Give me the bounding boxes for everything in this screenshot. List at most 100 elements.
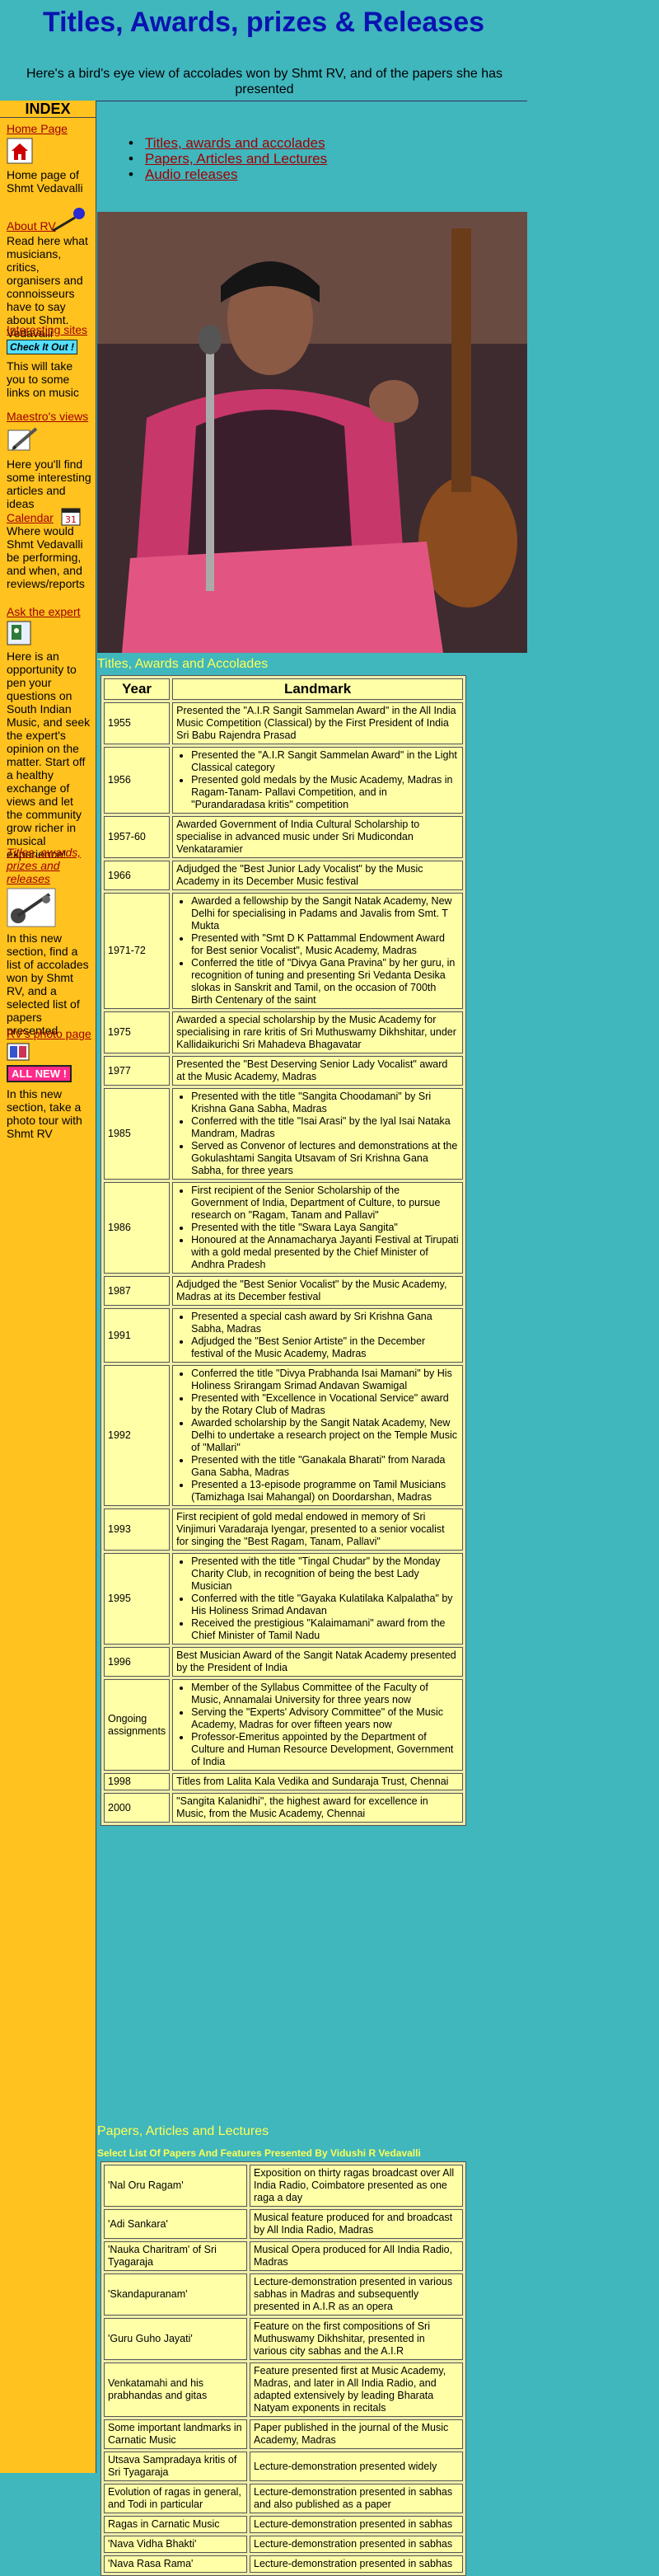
- table-row: 1985 Presented with the title "Sangita Ch…: [104, 1088, 463, 1180]
- paper-description: Lecture-demonstration presented in sabha…: [250, 2536, 463, 2553]
- award-landmark: Titles from Lalita Kala Vedika and Sunda…: [172, 1773, 463, 1790]
- nav-home: Home Page Home page of Shmt Vedavalli: [7, 122, 92, 195]
- table-row: 1998 Titles from Lalita Kala Vedika and S…: [104, 1773, 463, 1790]
- home-icon[interactable]: [7, 138, 33, 164]
- award-item: Presented a 13-episode programme on Tami…: [191, 1479, 459, 1504]
- nav-photo-link[interactable]: RV's photo page: [7, 1027, 92, 1040]
- nav-home-desc: Home page of Shmt Vedavalli: [7, 168, 83, 195]
- awards-section-title: Titles, Awards and Accolades: [97, 657, 269, 671]
- all-new-badge[interactable]: ALL NEW !: [7, 1065, 72, 1082]
- award-landmark: Awarded a fellowship by the Sangit Natak…: [172, 893, 463, 1009]
- award-year: 1956: [104, 747, 171, 814]
- veena-icon[interactable]: [7, 888, 56, 927]
- award-landmark: Presented a special cash award by Sri Kr…: [172, 1308, 463, 1363]
- award-year: 1955: [104, 702, 171, 744]
- paper-title: Venkatamahi and his prabhandas and gitas: [104, 2363, 247, 2417]
- paper-description: Lecture-demonstration presented in sabha…: [250, 2555, 463, 2573]
- papers-table: 'Nal Oru Ragam' Exposition on thirty raga…: [100, 2161, 466, 2576]
- paper-description: Lecture-demonstration presented in sabha…: [250, 2516, 463, 2533]
- nav-calendar-link[interactable]: Calendar: [7, 511, 54, 524]
- question-icon[interactable]: [7, 621, 31, 645]
- photo-icon[interactable]: [7, 1043, 30, 1061]
- award-item: Conferred the title "Divya Prabhanda Isa…: [191, 1368, 459, 1392]
- link-titles[interactable]: Titles, awards and accolades: [129, 135, 327, 151]
- table-row: 'Skandapuranam' Lecture-demonstration pre…: [104, 2273, 463, 2316]
- paper-description: Lecture-demonstration presented in sabha…: [250, 2484, 463, 2513]
- table-row: Ragas in Carnatic Music Lecture-demonstra…: [104, 2516, 463, 2533]
- table-row: 1971-72 Awarded a fellowship by the Sangi…: [104, 893, 463, 1009]
- awards-table-body: 1955 Presented the "A.I.R Sangit Sammelan…: [104, 702, 463, 1823]
- table-row: 'Adi Sankara' Musical feature produced fo…: [104, 2209, 463, 2239]
- link-audio[interactable]: Audio releases: [129, 167, 327, 182]
- award-landmark: Adjudged the "Best Senior Vocalist" by t…: [172, 1276, 463, 1306]
- award-item: Presented with the title "Ganakala Bhara…: [191, 1454, 459, 1479]
- nav-about-link[interactable]: About RV: [7, 219, 56, 232]
- microphone-icon[interactable]: [49, 206, 87, 232]
- page-title: Titles, Awards, prizes & Releases: [42, 7, 485, 38]
- award-item: Received the prestigious "Kalaimamani" a…: [191, 1617, 459, 1642]
- paper-description: Lecture-demonstration presented widely: [250, 2452, 463, 2481]
- award-list: Conferred the title "Divya Prabhanda Isa…: [176, 1368, 459, 1504]
- nav-maestro-link[interactable]: Maestro's views: [7, 410, 92, 423]
- nav-titles-link[interactable]: Titles, awards, prizes and releases: [7, 846, 92, 885]
- index-title: INDEX: [0, 101, 96, 118]
- table-row: 'Nava Rasa Rama' Lecture-demonstration pr…: [104, 2555, 463, 2573]
- award-item: Presented with the title "Tingal Chudar"…: [191, 1555, 459, 1593]
- award-year: 1977: [104, 1056, 171, 1086]
- link-titles-text[interactable]: Titles, awards and accolades: [145, 135, 325, 151]
- award-year: 1987: [104, 1276, 171, 1306]
- award-year: 1986: [104, 1182, 171, 1274]
- check-it-out-label: Check It Out !: [10, 341, 75, 353]
- table-row: 1966 Adjudged the "Best Junior Lady Vocal…: [104, 861, 463, 890]
- award-item: Presented a special cash award by Sri Kr…: [191, 1311, 459, 1335]
- award-list: Presented a special cash award by Sri Kr…: [176, 1311, 459, 1360]
- paper-title: 'Guru Guho Jayati': [104, 2318, 247, 2360]
- award-year: Ongoing assignments: [104, 1679, 171, 1771]
- award-item: Awarded scholarship by the Sangit Natak …: [191, 1417, 459, 1454]
- nav-sites-link[interactable]: Interesting sites: [7, 323, 92, 336]
- section-links: Titles, awards and accolades Papers, Art…: [129, 135, 327, 182]
- award-item: Serving the "Experts' Advisory Committee…: [191, 1706, 459, 1731]
- table-row: 'Nava Vidha Bhakti' Lecture-demonstration…: [104, 2536, 463, 2553]
- paper-title: Evolution of ragas in general, and Todi …: [104, 2484, 247, 2513]
- pen-icon[interactable]: [7, 425, 40, 453]
- calendar-icon[interactable]: 31: [61, 508, 81, 526]
- paper-title: Ragas in Carnatic Music: [104, 2516, 247, 2533]
- nav-photo: RV's photo page ALL NEW ! In this new se…: [7, 1027, 92, 1140]
- nav-sites-desc: This will take you to some links on musi…: [7, 359, 79, 399]
- link-papers[interactable]: Papers, Articles and Lectures: [129, 151, 327, 167]
- award-year: 1957-60: [104, 816, 171, 858]
- year-header: Year: [104, 678, 171, 700]
- award-item: Presented gold medals by the Music Acade…: [191, 774, 459, 811]
- nav-sites: Interesting sites Check It Out ! This wi…: [7, 323, 92, 399]
- check-it-out-badge[interactable]: Check It Out !: [7, 340, 78, 354]
- table-row: 1955 Presented the "A.I.R Sangit Sammelan…: [104, 702, 463, 744]
- award-year: 1966: [104, 861, 171, 890]
- award-year: 1985: [104, 1088, 171, 1180]
- table-row: 1956 Presented the "A.I.R Sangit Sammelan…: [104, 747, 463, 814]
- award-item: Served as Convenor of lectures and demon…: [191, 1140, 459, 1177]
- award-item: Presented with the title "Swara Laya San…: [191, 1222, 459, 1234]
- nav-expert: Ask the expert Here is an opportunity to…: [7, 605, 92, 861]
- award-landmark: Presented the "A.I.R Sangit Sammelan Awa…: [172, 702, 463, 744]
- award-year: 1998: [104, 1773, 171, 1790]
- award-year: 1975: [104, 1011, 171, 1053]
- award-landmark: Adjudged the "Best Junior Lady Vocalist"…: [172, 861, 463, 890]
- link-audio-text[interactable]: Audio releases: [145, 167, 237, 182]
- papers-table-body: 'Nal Oru Ragam' Exposition on thirty raga…: [104, 2165, 463, 2573]
- papers-section-title: Papers, Articles and Lectures: [97, 2124, 269, 2138]
- paper-description: Musical feature produced for and broadca…: [250, 2209, 463, 2239]
- award-landmark: Conferred the title "Divya Prabhanda Isa…: [172, 1365, 463, 1506]
- nav-calendar-desc: Where would Shmt Vedavalli be performing…: [7, 524, 85, 590]
- page-header: Titles, Awards, prizes & Releases Here's…: [0, 0, 527, 101]
- award-list: Member of the Syllabus Committee of the …: [176, 1682, 459, 1768]
- table-row: 1957-60 Awarded Government of India Cultu…: [104, 816, 463, 858]
- link-papers-text[interactable]: Papers, Articles and Lectures: [145, 151, 327, 167]
- nav-expert-link[interactable]: Ask the expert: [7, 605, 92, 618]
- landmark-header: Landmark: [172, 678, 463, 700]
- award-item: Professor-Emeritus appointed by the Depa…: [191, 1731, 459, 1768]
- paper-description: Feature presented first at Music Academy…: [250, 2363, 463, 2417]
- table-row: 1995 Presented with the title "Tingal Chu…: [104, 1553, 463, 1645]
- paper-title: 'Skandapuranam': [104, 2273, 247, 2316]
- nav-home-link[interactable]: Home Page: [7, 122, 92, 135]
